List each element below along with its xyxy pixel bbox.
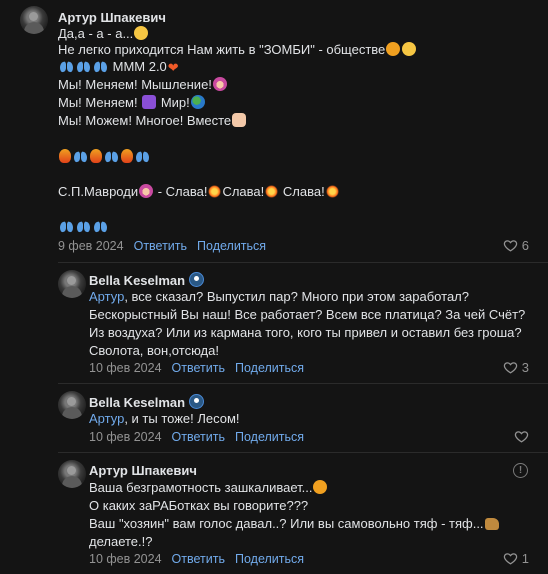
heart-outline-icon bbox=[503, 238, 518, 253]
share-button[interactable]: Поделиться bbox=[197, 239, 266, 253]
heart-icon bbox=[168, 59, 181, 77]
verified-badge-icon bbox=[189, 272, 205, 287]
fist-icon bbox=[232, 113, 247, 127]
pointing-hand-icon bbox=[386, 42, 401, 56]
author-name[interactable]: Bella Keselman bbox=[89, 272, 205, 288]
like-count: 6 bbox=[521, 238, 529, 253]
reply-button[interactable]: Ответить bbox=[172, 552, 225, 566]
comment-text: Ваш "хозяин" вам голос давал..? Или вы с… bbox=[89, 515, 500, 533]
like-count: 1 bbox=[521, 551, 529, 566]
mention-link[interactable]: Артур bbox=[89, 411, 124, 426]
fire-icon bbox=[90, 149, 102, 163]
comment-text: МММ 2.0 bbox=[58, 58, 182, 77]
author-name[interactable]: Артур Шпакевич bbox=[89, 463, 197, 478]
avatar[interactable] bbox=[58, 460, 86, 488]
avatar[interactable] bbox=[58, 270, 86, 298]
author-name[interactable]: Bella Keselman bbox=[89, 394, 205, 410]
smirk-face-icon bbox=[134, 26, 149, 40]
comment-date[interactable]: 9 фев 2024 bbox=[58, 239, 124, 253]
mention-link[interactable]: Артур bbox=[89, 289, 124, 304]
verified-badge-icon bbox=[189, 394, 205, 409]
share-button[interactable]: Поделиться bbox=[235, 430, 304, 444]
fire-icon bbox=[59, 149, 71, 163]
comment-text: Из воздуха? Или из кармана того, кого ты… bbox=[89, 325, 522, 340]
butterfly-icon bbox=[76, 61, 91, 73]
share-button[interactable]: Поделиться bbox=[235, 552, 304, 566]
reply-button[interactable]: Ответить bbox=[172, 361, 225, 375]
fire-icon bbox=[121, 149, 133, 163]
avatar[interactable] bbox=[58, 391, 86, 419]
heart-outline-icon bbox=[503, 360, 518, 375]
like-count: 3 bbox=[521, 360, 529, 375]
divider bbox=[58, 262, 548, 263]
comment-text: Артур, все сказал? Выпустил пар? Много п… bbox=[89, 289, 469, 304]
butterfly-icon bbox=[104, 151, 119, 163]
comment-meta: 9 фев 2024 Ответить Поделиться bbox=[58, 239, 266, 253]
comment-text: С.П.Мавроди - Слава! Слава! Слава! bbox=[58, 183, 340, 201]
comment-text: делаете.!? bbox=[89, 534, 153, 549]
comment-text: Сволота, вон,отсюда! bbox=[89, 343, 219, 358]
dog-icon bbox=[484, 518, 499, 530]
like-button[interactable]: 6 bbox=[503, 238, 529, 253]
comment-date[interactable]: 10 фев 2024 bbox=[89, 361, 162, 375]
comment-text: Ваша безграмотность зашкаливает... bbox=[89, 479, 328, 497]
thinking-face-icon bbox=[402, 42, 417, 56]
comment-meta: 10 фев 2024 Ответить Поделиться bbox=[89, 361, 304, 375]
explosion-icon bbox=[208, 185, 222, 198]
peace-icon bbox=[142, 95, 157, 109]
woman-icon bbox=[212, 77, 227, 91]
butterfly-icon bbox=[73, 151, 88, 163]
butterfly-icon bbox=[76, 221, 91, 233]
divider bbox=[58, 452, 548, 453]
comment-text: Бескорыстный Вы наш! Все работает? Всем … bbox=[89, 307, 526, 322]
heart-outline-icon bbox=[503, 551, 518, 566]
reply-button[interactable]: Ответить bbox=[172, 430, 225, 444]
heart-outline-icon bbox=[514, 429, 529, 444]
share-button[interactable]: Поделиться bbox=[235, 361, 304, 375]
comment-text: Артур, и ты тоже! Лесом! bbox=[89, 411, 240, 426]
comment-text: О каких заРАБотках вы говорите??? bbox=[89, 498, 309, 513]
comment-date[interactable]: 10 фев 2024 bbox=[89, 430, 162, 444]
comment-meta: 10 фев 2024 Ответить Поделиться bbox=[89, 552, 304, 566]
comment-meta: 10 фев 2024 Ответить Поделиться bbox=[89, 430, 304, 444]
like-button[interactable] bbox=[514, 429, 529, 444]
comment-text: Не легко приходится Нам жить в "ЗОМБИ" -… bbox=[58, 41, 417, 59]
pointing-hand-icon bbox=[313, 480, 328, 494]
butterfly-icon bbox=[135, 151, 150, 163]
globe-icon bbox=[190, 95, 205, 109]
comment-date[interactable]: 10 фев 2024 bbox=[89, 552, 162, 566]
explosion-icon bbox=[265, 185, 279, 198]
comment-text: Мы! Можем! Многое! Вместе bbox=[58, 112, 247, 130]
comment-text: Мы! Меняем! Мышление! bbox=[58, 76, 228, 94]
divider bbox=[58, 383, 548, 384]
reply-button[interactable]: Ответить bbox=[134, 239, 187, 253]
author-name[interactable]: Артур Шпакевич bbox=[58, 10, 166, 25]
avatar[interactable] bbox=[20, 6, 48, 34]
emoji-row bbox=[58, 148, 151, 166]
butterfly-icon bbox=[59, 221, 74, 233]
emoji-row bbox=[58, 218, 109, 236]
comment-text: Мы! Меняем! Мир! bbox=[58, 94, 206, 112]
like-button[interactable]: 3 bbox=[503, 360, 529, 375]
woman-icon bbox=[139, 184, 154, 198]
butterfly-icon bbox=[93, 221, 108, 233]
explosion-icon bbox=[325, 185, 339, 198]
butterfly-icon bbox=[93, 61, 108, 73]
report-icon[interactable]: ! bbox=[513, 463, 528, 478]
butterfly-icon bbox=[59, 61, 74, 73]
like-button[interactable]: 1 bbox=[503, 551, 529, 566]
